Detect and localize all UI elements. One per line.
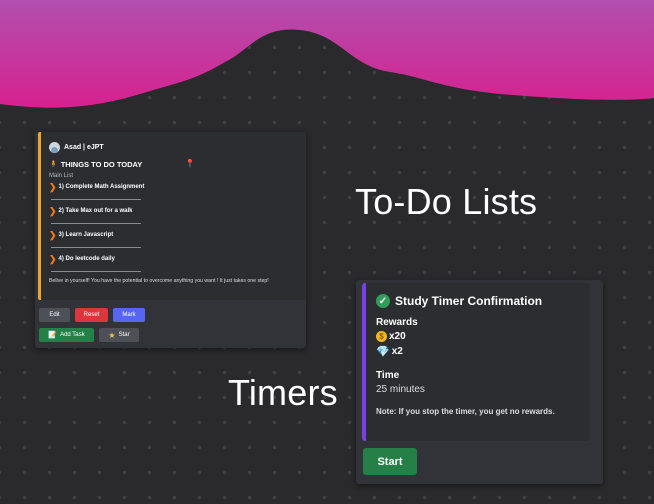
chevron-right-icon: ❯ <box>49 229 57 240</box>
todo-message: Asad | eJPT 🧍 THINGS TO DO TODAY 📍 Main … <box>35 132 306 348</box>
timers-heading: Timers <box>228 372 338 413</box>
star-label: Star <box>118 332 130 338</box>
timer-embed: ✓ Study Timer Confirmation Rewards $ x20… <box>362 283 590 441</box>
embed-title: 🧍 THINGS TO DO TODAY 📍 <box>49 158 298 170</box>
task-label: 4) Do leetcode daily <box>58 256 115 262</box>
divider <box>51 216 141 224</box>
button-row: Edit Reset Mark <box>39 308 145 322</box>
list-subheading: Main List <box>49 173 74 179</box>
motivation-text: Belive in yourself! You have the potenti… <box>49 278 269 284</box>
chevron-right-icon: ❯ <box>49 205 57 216</box>
avatar <box>49 141 60 153</box>
coin-reward: $ x20 <box>376 330 580 343</box>
check-icon: ✓ <box>376 294 390 308</box>
coin-amount: x20 <box>389 331 406 342</box>
time-label: Time <box>376 370 400 381</box>
rewards-label: Rewards <box>376 317 418 328</box>
star-button[interactable]: ★ Star <box>99 328 139 342</box>
start-button[interactable]: Start <box>363 448 417 475</box>
task-label: 1) Complete Math Assignment <box>58 184 145 190</box>
gem-amount: x2 <box>391 346 403 357</box>
task-label: 2) Take Max out for a walk <box>58 208 133 214</box>
embed-author: Asad | eJPT <box>49 140 298 154</box>
divider <box>51 240 141 248</box>
star-icon: ★ <box>108 330 116 340</box>
task-item: ❯ 3) Learn Javascript <box>49 230 298 240</box>
timer-note: Note: If you stop the timer, you get no … <box>376 407 555 416</box>
pin-icon: 📍 <box>185 159 195 168</box>
header-wave <box>0 0 654 108</box>
task-item: ❯ 4) Do leetcode daily <box>49 254 298 264</box>
add-task-label: Add Task <box>60 332 85 338</box>
task-label: 3) Learn Javascript <box>58 232 114 238</box>
author-name: Asad | eJPT <box>64 143 104 151</box>
person-icon: 🧍 <box>49 161 58 168</box>
gem-icon: 💎 <box>376 346 390 358</box>
divider <box>51 264 141 272</box>
notepad-icon: 📝 <box>48 332 58 339</box>
edit-button[interactable]: Edit <box>39 308 70 322</box>
gem-reward: 💎 x2 <box>376 345 580 358</box>
chevron-right-icon: ❯ <box>49 253 57 264</box>
add-task-button[interactable]: 📝 Add Task <box>39 328 94 342</box>
mark-button[interactable]: Mark <box>113 308 145 322</box>
coin-icon: $ <box>376 331 387 342</box>
todo-title: THINGS TO DO TODAY <box>60 159 143 169</box>
todo-embed: Asad | eJPT 🧍 THINGS TO DO TODAY 📍 Main … <box>38 132 306 300</box>
timer-title: Study Timer Confirmation <box>395 294 543 308</box>
chevron-right-icon: ❯ <box>49 181 57 192</box>
time-value: 25 minutes <box>376 384 425 395</box>
timer-message: ✓ Study Timer Confirmation Rewards $ x20… <box>356 280 603 484</box>
task-item: ❯ 2) Take Max out for a walk <box>49 206 298 216</box>
task-item: ❯ 1) Complete Math Assignment <box>49 182 298 192</box>
todo-heading: To-Do Lists <box>355 181 538 222</box>
button-row: 📝 Add Task ★ Star <box>39 328 139 342</box>
divider <box>51 192 141 200</box>
embed-title: ✓ Study Timer Confirmation <box>376 293 580 309</box>
reset-button[interactable]: Reset <box>75 308 108 322</box>
